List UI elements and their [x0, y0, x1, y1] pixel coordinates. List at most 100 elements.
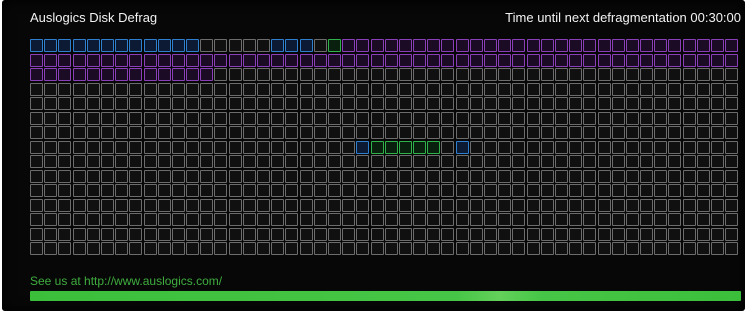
- cluster-cell: [186, 97, 200, 110]
- cluster-cell: [86, 213, 100, 226]
- cluster-cell: [569, 227, 583, 241]
- cluster-cell: [30, 111, 43, 125]
- cluster-cell: [441, 184, 455, 197]
- cluster-cell: [625, 68, 639, 81]
- cluster-cell: [299, 39, 313, 52]
- cluster-cell: [129, 68, 143, 81]
- cluster-cell: [214, 227, 228, 241]
- cluster-cell: [469, 111, 483, 125]
- cluster-cell: [554, 155, 568, 168]
- cluster-cell: [540, 198, 554, 212]
- cluster-cell: [725, 242, 739, 255]
- cluster-cell: [583, 242, 597, 255]
- cluster-cell: [583, 198, 597, 212]
- cluster-cell: [711, 198, 724, 212]
- cluster-cell: [668, 198, 682, 212]
- cluster-cell: [398, 111, 412, 125]
- cluster-cell: [30, 242, 43, 255]
- cluster-cell: [540, 184, 554, 197]
- cluster-cell: [668, 68, 682, 81]
- cluster-cell: [299, 140, 313, 154]
- cluster-cell: [469, 198, 483, 212]
- cluster-cell: [129, 198, 143, 212]
- cluster-cell: [384, 140, 398, 154]
- cluster-cell: [640, 68, 654, 81]
- cluster-cell: [725, 53, 739, 67]
- cluster-cell: [654, 155, 668, 168]
- cluster-cell: [242, 155, 256, 168]
- cluster-cell: [640, 169, 654, 183]
- website-link[interactable]: See us at http://www.auslogics.com/: [30, 274, 222, 288]
- cluster-cell: [498, 126, 512, 139]
- cluster-cell: [668, 111, 682, 125]
- cluster-cell: [257, 140, 270, 154]
- cluster-cell: [512, 169, 526, 183]
- cluster-cell: [186, 169, 200, 183]
- cluster-cell: [30, 140, 43, 154]
- cluster-cell: [299, 227, 313, 241]
- cluster-cell: [597, 169, 611, 183]
- cluster-cell: [299, 169, 313, 183]
- cluster-cell: [72, 227, 86, 241]
- cluster-cell: [72, 140, 86, 154]
- cluster-cell: [327, 126, 341, 139]
- cluster-cell: [696, 39, 710, 52]
- cluster-cell: [498, 68, 512, 81]
- cluster-cell: [72, 213, 86, 226]
- cluster-cell: [498, 111, 512, 125]
- cluster-cell: [30, 82, 43, 96]
- cluster-cell: [384, 242, 398, 255]
- cluster-cell: [668, 184, 682, 197]
- cluster-cell: [682, 53, 696, 67]
- cluster-cell: [455, 242, 469, 255]
- cluster-cell: [569, 155, 583, 168]
- cluster-cell: [313, 39, 327, 52]
- cluster-cell: [696, 68, 710, 81]
- cluster-cell: [157, 82, 171, 96]
- cluster-cell: [370, 97, 384, 110]
- cluster-cell: [526, 111, 540, 125]
- cluster-cell: [554, 213, 568, 226]
- cluster-cell: [171, 198, 185, 212]
- cluster-cell: [186, 227, 200, 241]
- cluster-cell: [654, 140, 668, 154]
- defrag-window: Auslogics Disk Defrag Time until next de…: [2, 0, 745, 311]
- cluster-cell: [498, 227, 512, 241]
- cluster-cell: [72, 184, 86, 197]
- cluster-cell: [271, 111, 285, 125]
- cluster-cell: [540, 242, 554, 255]
- cluster-cell: [597, 68, 611, 81]
- cluster-cell: [413, 198, 427, 212]
- cluster-cell: [285, 68, 299, 81]
- cluster-cell: [611, 242, 625, 255]
- cluster-cell: [157, 169, 171, 183]
- cluster-cell: [327, 227, 341, 241]
- cluster-cell: [58, 97, 72, 110]
- cluster-cell: [512, 82, 526, 96]
- cluster-cell: [186, 198, 200, 212]
- cluster-cell: [342, 184, 356, 197]
- cluster-cell: [327, 184, 341, 197]
- cluster-cell: [370, 227, 384, 241]
- cluster-cell: [469, 169, 483, 183]
- cluster-cell: [625, 53, 639, 67]
- cluster-cell: [725, 169, 739, 183]
- cluster-cell: [469, 82, 483, 96]
- cluster-cell: [498, 184, 512, 197]
- cluster-cell: [725, 68, 739, 81]
- cluster-cell: [469, 39, 483, 52]
- cluster-cell: [384, 82, 398, 96]
- cluster-cell: [285, 242, 299, 255]
- cluster-cell: [597, 111, 611, 125]
- cluster-cell: [313, 68, 327, 81]
- cluster-cell: [299, 184, 313, 197]
- cluster-cell: [696, 97, 710, 110]
- cluster-cell: [143, 82, 157, 96]
- cluster-cell: [342, 97, 356, 110]
- cluster-cell: [469, 242, 483, 255]
- cluster-cell: [58, 155, 72, 168]
- cluster-cell: [171, 242, 185, 255]
- cluster-cell: [427, 140, 441, 154]
- cluster-cell: [228, 242, 242, 255]
- cluster-cell: [242, 111, 256, 125]
